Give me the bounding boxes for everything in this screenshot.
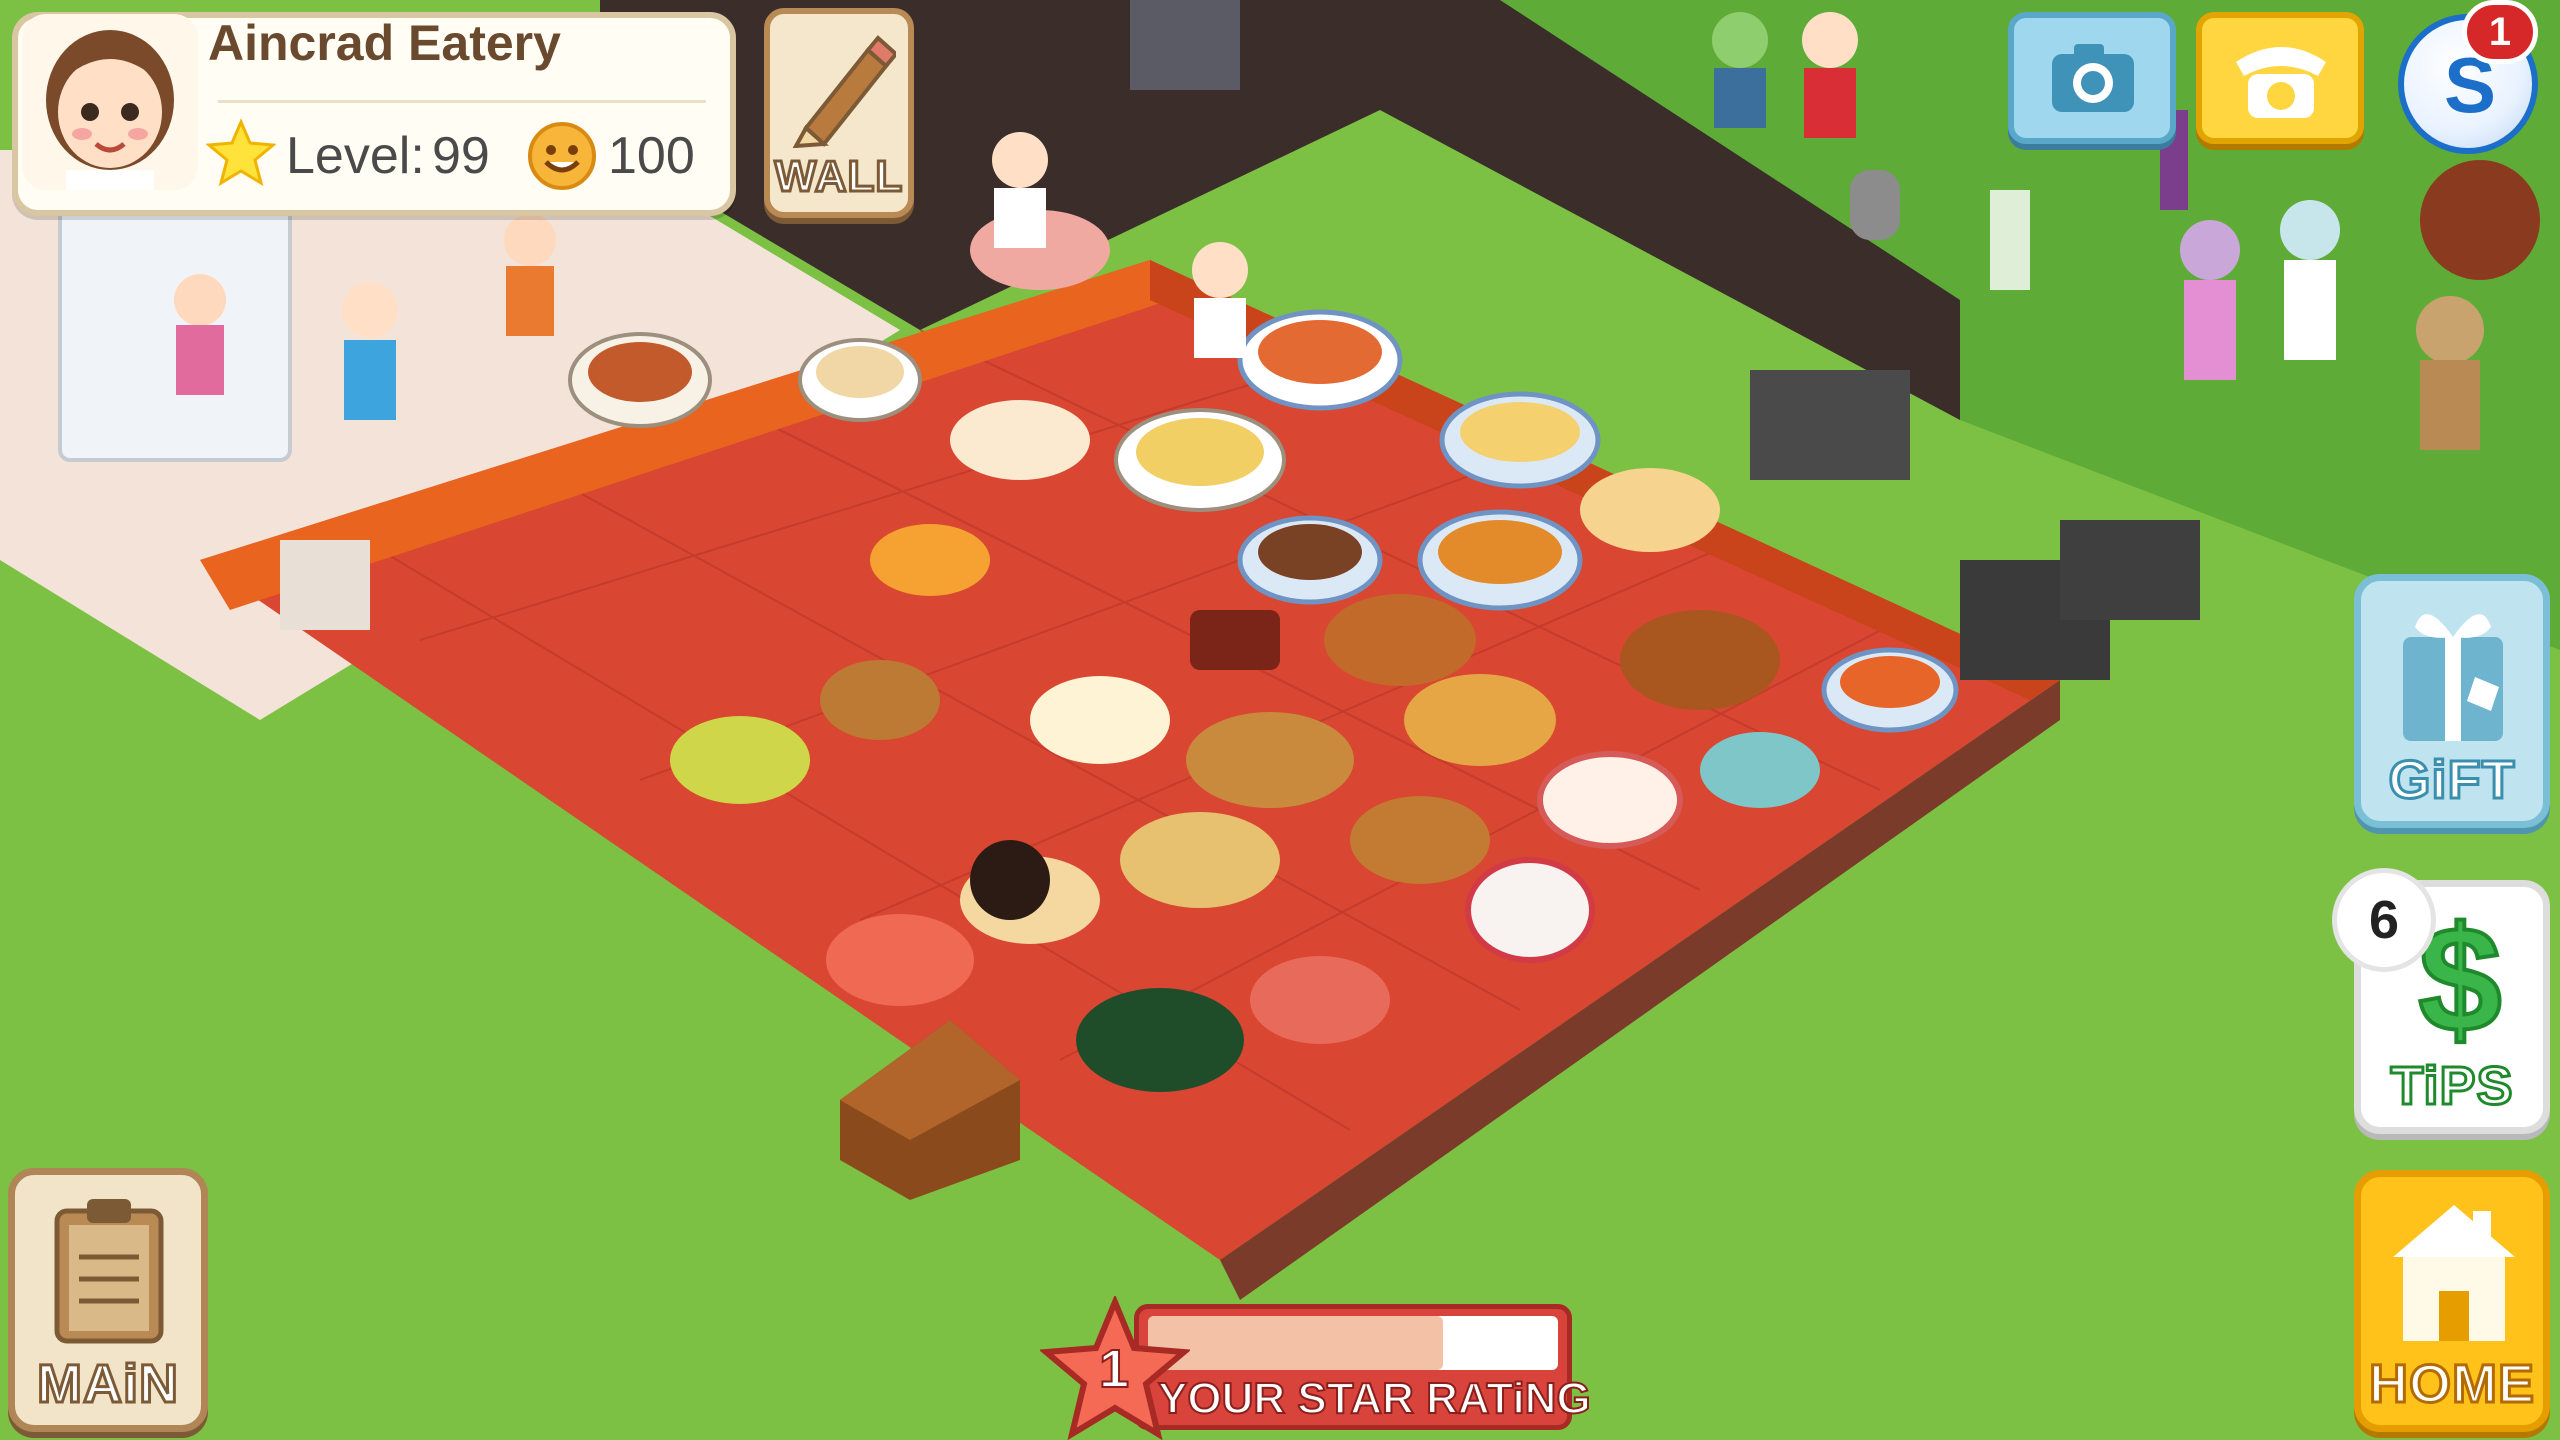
level-label: Level: — [286, 127, 425, 185]
notification-badge: 1 — [2462, 0, 2538, 64]
star-icon — [206, 118, 276, 187]
pencil-icon — [792, 35, 896, 148]
phone-button[interactable] — [2196, 12, 2364, 144]
level-value: 99 — [432, 127, 490, 185]
rating-progress-fill — [1148, 1316, 1443, 1370]
wall-button[interactable]: WALL — [764, 8, 914, 218]
gift-icon — [2403, 614, 2503, 741]
wall-button-label: WALL — [773, 151, 904, 203]
star-rating-bar[interactable]: YOUR STAR RATiNG 1 — [1040, 1296, 1592, 1440]
card-divider — [218, 100, 706, 103]
main-button-label: MAiN — [36, 1353, 180, 1416]
coins-value: 100 — [608, 127, 695, 185]
house-icon — [2393, 1205, 2515, 1341]
tips-count-badge: 6 — [2332, 868, 2436, 972]
star-rating-label: YOUR STAR RATiNG — [1157, 1373, 1592, 1424]
clipboard-icon — [54, 1199, 164, 1344]
chef-girl-avatar-icon — [46, 30, 174, 190]
gift-button[interactable]: GiFT — [2354, 574, 2550, 828]
restaurant-name: Aincrad Eatery — [208, 15, 561, 71]
restaurant-scene — [0, 0, 2560, 1300]
camera-icon — [2052, 44, 2134, 112]
tips-button-label: TiPS — [2389, 1055, 2514, 1118]
gift-button-label: GiFT — [2387, 749, 2516, 812]
main-menu-button[interactable]: MAiN — [8, 1168, 208, 1432]
star-rating-value: 1 — [1098, 1338, 1130, 1400]
coin-icon — [528, 122, 596, 190]
home-button-label: HOME — [2368, 1353, 2536, 1416]
camera-button[interactable] — [2008, 12, 2176, 144]
chef-avatar[interactable] — [22, 14, 198, 190]
phone-icon — [2236, 47, 2326, 118]
home-button[interactable]: HOME — [2354, 1170, 2550, 1432]
